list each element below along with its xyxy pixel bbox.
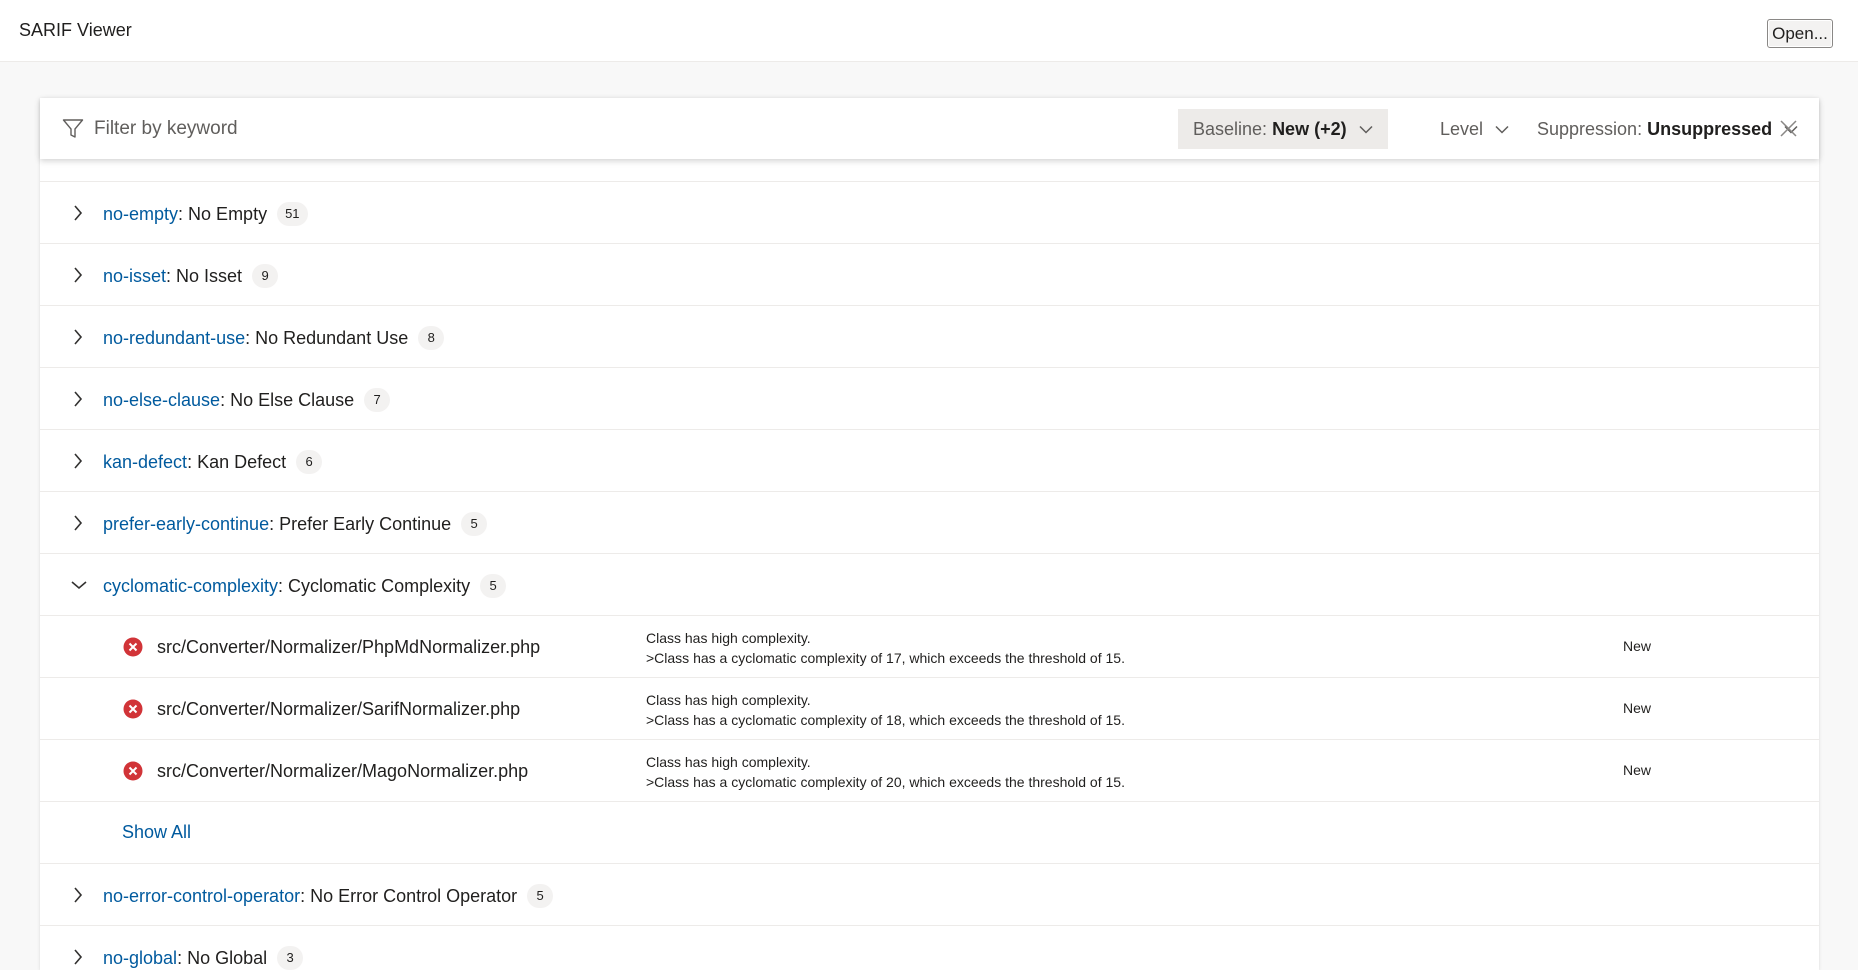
- count-badge: 3: [277, 946, 304, 970]
- results-panel: Path Details Baseline no-empty: No Empty…: [40, 98, 1819, 970]
- message-line: >Class has a cyclomatic complexity of 18…: [646, 712, 1125, 728]
- rule-label: no-redundant-use: No Redundant Use 8: [103, 326, 445, 350]
- open-button[interactable]: Open...: [1767, 19, 1833, 48]
- rule-label: no-error-control-operator: No Error Cont…: [103, 884, 554, 908]
- chevron-right-icon[interactable]: [73, 267, 83, 283]
- baseline-dropdown-label: Baseline:: [1193, 118, 1268, 139]
- suppression-dropdown-label: Suppression:: [1537, 118, 1643, 139]
- filter-input[interactable]: [94, 112, 594, 146]
- count-badge: 9: [252, 264, 279, 288]
- rule-id-link[interactable]: no-isset: [103, 266, 166, 287]
- rule-group-row-expanded[interactable]: cyclomatic-complexity: Cyclomatic Comple…: [40, 554, 1819, 616]
- baseline-state: New: [1623, 638, 1652, 654]
- result-row[interactable]: src/Converter/Normalizer/MagoNormalizer.…: [40, 740, 1819, 802]
- chevron-right-icon[interactable]: [73, 205, 83, 221]
- rule-group-row[interactable]: no-redundant-use: No Redundant Use 8: [40, 306, 1819, 368]
- rule-id-link[interactable]: no-empty: [103, 204, 178, 225]
- error-icon: [123, 761, 143, 781]
- rule-group-row[interactable]: no-error-control-operator: No Error Cont…: [40, 864, 1819, 926]
- rule-group-row[interactable]: no-global: No Global 3: [40, 926, 1819, 970]
- rule-group-row[interactable]: no-isset: No Isset 9: [40, 244, 1819, 306]
- level-dropdown[interactable]: Level: [1425, 109, 1524, 149]
- baseline-state: New: [1623, 700, 1652, 716]
- rule-name: : No Global: [177, 947, 268, 968]
- baseline-state: New: [1623, 762, 1652, 778]
- chevron-down-icon: [1359, 125, 1373, 134]
- result-path: src/Converter/Normalizer/SarifNormalizer…: [157, 699, 521, 719]
- rule-name: : No Else Clause: [220, 389, 355, 410]
- message-line: >Class has a cyclomatic complexity of 20…: [646, 774, 1125, 790]
- chevron-right-icon[interactable]: [73, 949, 83, 965]
- rule-id-link[interactable]: kan-defect: [103, 452, 187, 473]
- rule-name: : Cyclomatic Complexity: [278, 575, 471, 596]
- count-badge: 5: [527, 884, 554, 908]
- result-path: src/Converter/Normalizer/PhpMdNormalizer…: [157, 637, 541, 657]
- rule-name: : No Redundant Use: [245, 327, 409, 348]
- result-message: Class has high complexity. >Class has a c…: [646, 752, 1125, 792]
- rule-name: : No Isset: [166, 265, 243, 286]
- message-line: >Class has a cyclomatic complexity of 17…: [646, 650, 1125, 666]
- show-all-link[interactable]: Show All: [122, 822, 191, 843]
- result-message: Class has high complexity. >Class has a c…: [646, 690, 1125, 730]
- top-bar: SARIF Viewer Open...: [0, 0, 1858, 62]
- rule-id-link[interactable]: no-else-clause: [103, 390, 220, 411]
- result-message: Class has high complexity. >Class has a c…: [646, 628, 1125, 668]
- level-dropdown-label: Level: [1440, 118, 1484, 139]
- results-list: no-empty: No Empty 51 no-isset: No Isset 9…: [40, 182, 1819, 970]
- filter-icon: [62, 119, 84, 138]
- result-row[interactable]: src/Converter/Normalizer/SarifNormalizer…: [40, 678, 1819, 740]
- rule-id-link[interactable]: cyclomatic-complexity: [103, 576, 278, 597]
- message-line: Class has high complexity.: [646, 630, 811, 646]
- count-badge: 7: [364, 388, 391, 412]
- rule-label: no-empty: No Empty 51: [103, 202, 308, 226]
- rule-name: : No Error Control Operator: [300, 885, 518, 906]
- chevron-right-icon[interactable]: [73, 391, 83, 407]
- suppression-dropdown-value: Unsuppressed: [1647, 118, 1773, 139]
- error-icon: [123, 699, 143, 719]
- message-line: Class has high complexity.: [646, 754, 811, 770]
- rule-name: : Kan Defect: [187, 451, 287, 472]
- chevron-right-icon[interactable]: [73, 453, 83, 469]
- message-line: Class has high complexity.: [646, 692, 811, 708]
- rule-label: cyclomatic-complexity: Cyclomatic Comple…: [103, 574, 507, 598]
- count-badge: 6: [296, 450, 323, 474]
- error-icon: [123, 637, 143, 657]
- count-badge: 8: [418, 326, 445, 350]
- app-title: SARIF Viewer: [19, 20, 132, 40]
- rule-label: kan-defect: Kan Defect 6: [103, 450, 323, 474]
- rule-id-link[interactable]: no-error-control-operator: [103, 886, 300, 907]
- rule-group-row[interactable]: kan-defect: Kan Defect 6: [40, 430, 1819, 492]
- rule-name: : Prefer Early Continue: [269, 513, 452, 534]
- rule-group-row[interactable]: no-empty: No Empty 51: [40, 182, 1819, 244]
- suppression-dropdown[interactable]: Suppression: Unsuppressed: [1522, 109, 1813, 149]
- rule-group-row[interactable]: no-else-clause: No Else Clause 7: [40, 368, 1819, 430]
- rule-group-row[interactable]: prefer-early-continue: Prefer Early Cont…: [40, 492, 1819, 554]
- count-badge: 5: [461, 512, 488, 536]
- rule-label: no-global: No Global 3: [103, 946, 304, 970]
- rule-id-link[interactable]: no-global: [103, 948, 177, 969]
- chevron-right-icon[interactable]: [73, 515, 83, 531]
- count-badge: 51: [277, 202, 308, 226]
- rule-id-link[interactable]: no-redundant-use: [103, 328, 245, 349]
- filter-bar: Baseline:New (+2) Level Suppression:Unsu…: [40, 98, 1819, 159]
- result-row[interactable]: src/Converter/Normalizer/PhpMdNormalizer…: [40, 616, 1819, 678]
- rule-label: no-isset: No Isset 9: [103, 264, 279, 288]
- count-badge: 5: [480, 574, 507, 598]
- chevron-down-icon[interactable]: [71, 580, 87, 590]
- rule-id-link[interactable]: prefer-early-continue: [103, 514, 269, 535]
- close-icon[interactable]: [1780, 120, 1797, 137]
- chevron-down-icon: [1495, 125, 1509, 134]
- show-all-row: Show All: [40, 802, 1819, 864]
- chevron-right-icon[interactable]: [73, 329, 83, 345]
- result-path: src/Converter/Normalizer/MagoNormalizer.…: [157, 761, 529, 781]
- chevron-right-icon[interactable]: [73, 887, 83, 903]
- baseline-dropdown-value: New (+2): [1272, 118, 1347, 139]
- rule-label: no-else-clause: No Else Clause 7: [103, 388, 391, 412]
- rule-name: : No Empty: [178, 203, 268, 224]
- baseline-dropdown[interactable]: Baseline: New (+2): [1178, 109, 1388, 149]
- rule-label: prefer-early-continue: Prefer Early Cont…: [103, 512, 488, 536]
